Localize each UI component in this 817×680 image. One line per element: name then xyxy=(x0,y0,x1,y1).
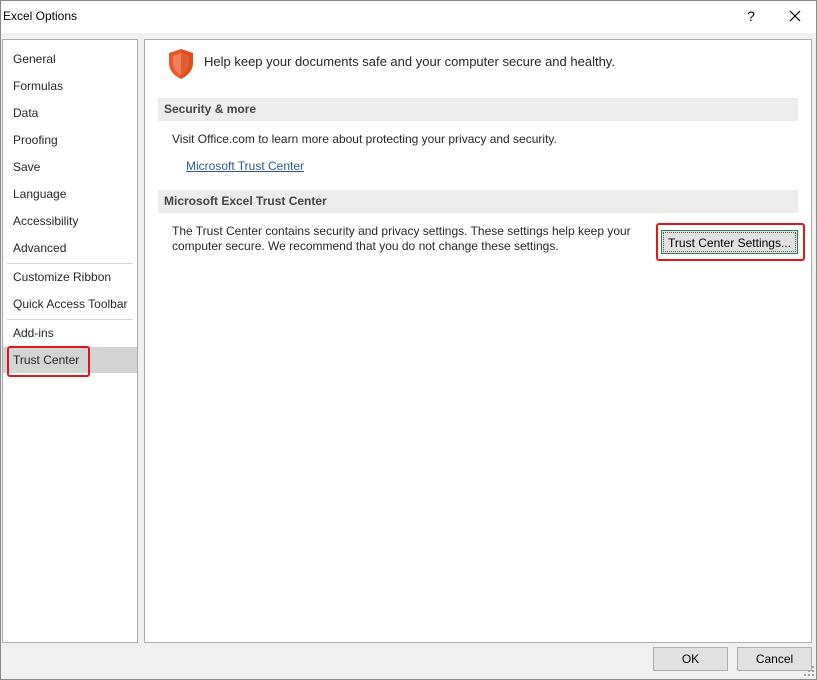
page-header: Help keep your documents safe and your c… xyxy=(204,54,615,69)
help-button[interactable]: ? xyxy=(741,5,761,27)
section-header-trust-center: Microsoft Excel Trust Center xyxy=(158,190,798,213)
nav-item-add-ins[interactable]: Add-ins xyxy=(3,320,137,346)
nav-item-general[interactable]: General xyxy=(3,46,137,72)
nav-item-language[interactable]: Language xyxy=(3,181,137,207)
section-header-security: Security & more xyxy=(158,98,798,121)
microsoft-trust-center-link[interactable]: Microsoft Trust Center xyxy=(186,159,304,173)
nav-item-formulas[interactable]: Formulas xyxy=(3,73,137,99)
trust-center-description-line2: computer secure. We recommend that you d… xyxy=(172,239,559,253)
nav-item-quick-access-toolbar[interactable]: Quick Access Toolbar xyxy=(3,291,137,317)
dialog-body: General Formulas Data Proofing Save Lang… xyxy=(1,33,816,679)
nav-item-proofing[interactable]: Proofing xyxy=(3,127,137,153)
trust-center-panel: Help keep your documents safe and your c… xyxy=(144,39,812,643)
security-description: Visit Office.com to learn more about pro… xyxy=(172,132,557,146)
cancel-button[interactable]: Cancel xyxy=(737,647,812,671)
trust-center-settings-button[interactable]: Trust Center Settings... xyxy=(661,230,798,254)
ok-button[interactable]: OK xyxy=(653,647,728,671)
highlight-box-trust-center xyxy=(7,346,90,377)
trust-center-description-line1: The Trust Center contains security and p… xyxy=(172,224,631,238)
close-icon[interactable] xyxy=(784,5,806,27)
resize-grip-icon[interactable] xyxy=(803,665,815,677)
nav-item-customize-ribbon[interactable]: Customize Ribbon xyxy=(3,264,137,290)
title-bar: Excel Options ? xyxy=(1,1,816,33)
shield-icon xyxy=(167,48,195,80)
excel-options-dialog: Excel Options ? General Formulas Data Pr… xyxy=(0,0,817,680)
window-title: Excel Options xyxy=(3,9,78,23)
nav-item-save[interactable]: Save xyxy=(3,154,137,180)
nav-item-accessibility[interactable]: Accessibility xyxy=(3,208,137,234)
options-nav: General Formulas Data Proofing Save Lang… xyxy=(2,39,138,643)
nav-item-data[interactable]: Data xyxy=(3,100,137,126)
trust-center-settings-label: Trust Center Settings... xyxy=(663,232,796,252)
nav-item-advanced[interactable]: Advanced xyxy=(3,235,137,261)
